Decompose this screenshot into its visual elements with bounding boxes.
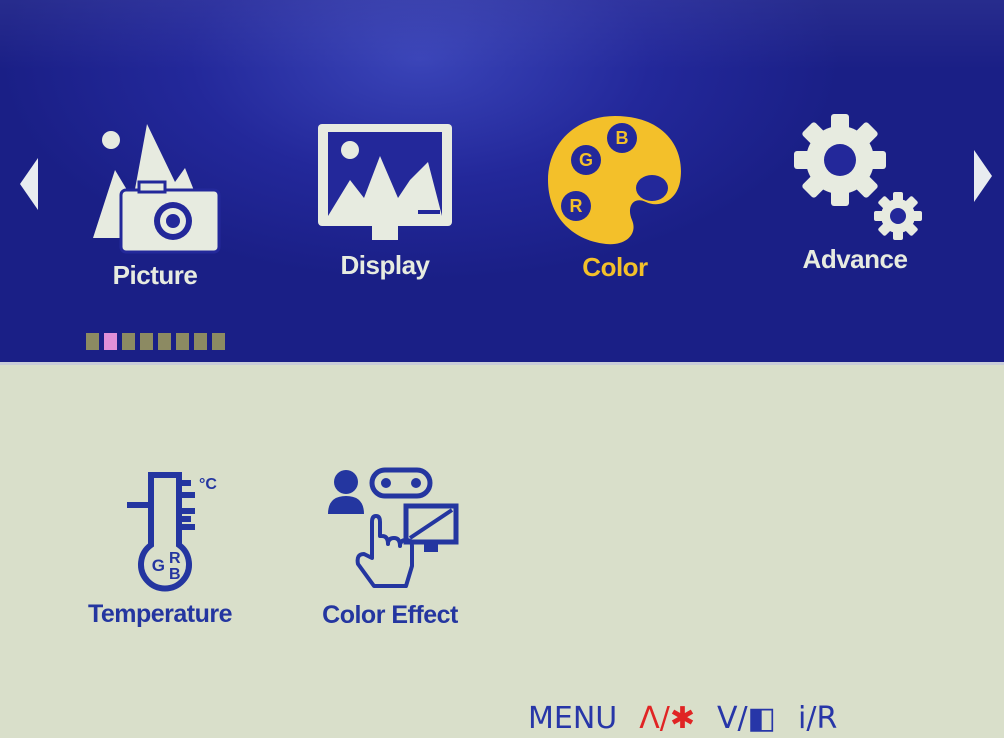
menu-item-temperature[interactable]: G R B °C Temperature: [70, 465, 250, 629]
page-dot: [86, 333, 99, 350]
tab-color-label: Color: [582, 252, 648, 282]
tab-color[interactable]: B G R Color: [530, 110, 700, 283]
page-dot: [212, 333, 225, 350]
temperature-r-label: R: [169, 550, 181, 567]
color-effect-label: Color Effect: [322, 601, 458, 629]
palette-icon: B G R: [548, 116, 681, 245]
page-dot: [140, 333, 153, 350]
temperature-label: Temperature: [87, 600, 233, 628]
display-icon: [318, 124, 452, 240]
key-hints: MENU Λ/✱ V/◧ i/R: [528, 700, 859, 736]
menu-key-hint: MENU: [528, 700, 618, 736]
arrow-left-icon[interactable]: [20, 158, 38, 210]
picture-icon: [93, 124, 221, 254]
down-key-text: V/: [717, 700, 748, 736]
palette-g-label: G: [579, 150, 593, 170]
tab-picture-label: Picture: [112, 260, 198, 290]
up-key-hint: Λ/✱: [639, 701, 695, 736]
temperature-unit-label: °C: [199, 476, 217, 493]
info-key-hint: i/R: [798, 700, 838, 736]
gear-icon: [794, 114, 922, 240]
tab-advance-label: Advance: [802, 244, 908, 274]
page-dot: [194, 333, 207, 350]
up-key-text: Λ/: [639, 700, 670, 736]
palette-b-label: B: [616, 128, 629, 148]
temperature-b-label: B: [169, 566, 181, 583]
thermometer-icon: G R B °C: [127, 472, 217, 592]
page-indicator: [86, 333, 225, 350]
palette-r-label: R: [570, 196, 583, 216]
temperature-g-label: G: [152, 556, 165, 575]
arrow-right-icon[interactable]: [974, 150, 992, 202]
page-dot: [158, 333, 171, 350]
tab-display[interactable]: Display: [300, 118, 470, 281]
tab-picture[interactable]: Picture: [80, 118, 230, 291]
down-key-hint: V/◧: [717, 701, 776, 736]
page-dot-active: [104, 333, 117, 350]
menu-item-color-effect[interactable]: Color Effect: [300, 462, 480, 630]
menu-header: Picture Display B G R Color Advance: [0, 0, 1004, 365]
color-effect-icon: [328, 467, 459, 588]
brightness-icon: ✱: [669, 700, 696, 736]
tab-display-label: Display: [340, 250, 431, 280]
tab-advance[interactable]: Advance: [770, 112, 940, 275]
page-dot: [176, 333, 189, 350]
volume-icon: ◧: [747, 700, 777, 736]
page-dot: [122, 333, 135, 350]
